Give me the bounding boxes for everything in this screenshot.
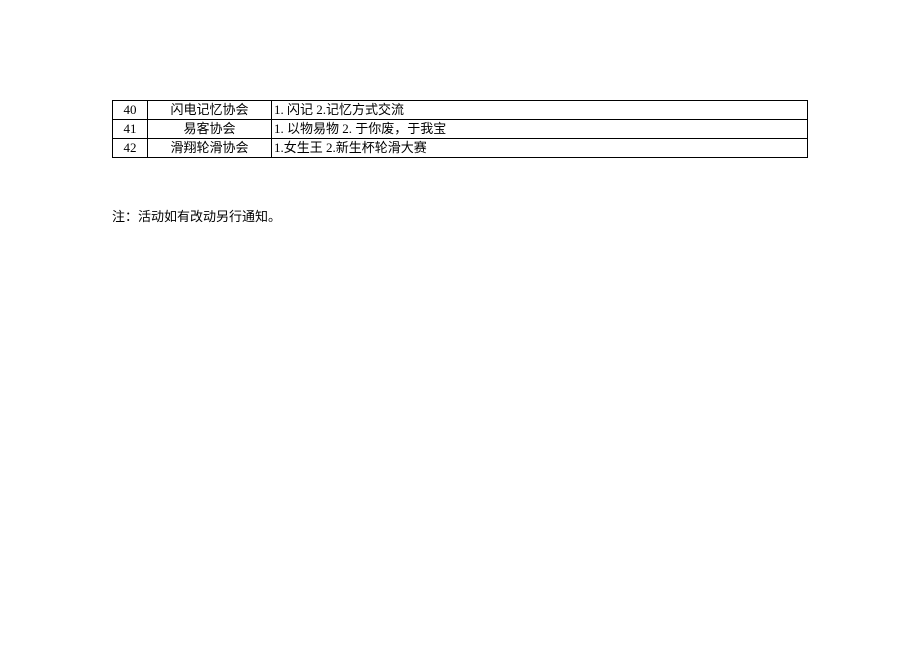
footnote: 注：活动如有改动另行通知。 xyxy=(112,206,808,225)
association-activities: 1.女生王 2.新生杯轮滑大赛 xyxy=(272,139,808,158)
row-number: 41 xyxy=(113,120,148,139)
association-name: 易客协会 xyxy=(148,120,272,139)
table-row: 42 滑翔轮滑协会 1.女生王 2.新生杯轮滑大赛 xyxy=(113,139,808,158)
associations-table-container: 40 闪电记忆协会 1. 闪记 2.记忆方式交流 41 易客协会 1. 以物易物… xyxy=(112,100,808,158)
association-activities: 1. 以物易物 2. 于你废，于我宝 xyxy=(272,120,808,139)
table-row: 40 闪电记忆协会 1. 闪记 2.记忆方式交流 xyxy=(113,101,808,120)
table-row: 41 易客协会 1. 以物易物 2. 于你废，于我宝 xyxy=(113,120,808,139)
row-number: 40 xyxy=(113,101,148,120)
association-name: 闪电记忆协会 xyxy=(148,101,272,120)
association-name: 滑翔轮滑协会 xyxy=(148,139,272,158)
row-number: 42 xyxy=(113,139,148,158)
associations-table: 40 闪电记忆协会 1. 闪记 2.记忆方式交流 41 易客协会 1. 以物易物… xyxy=(112,100,808,158)
association-activities: 1. 闪记 2.记忆方式交流 xyxy=(272,101,808,120)
